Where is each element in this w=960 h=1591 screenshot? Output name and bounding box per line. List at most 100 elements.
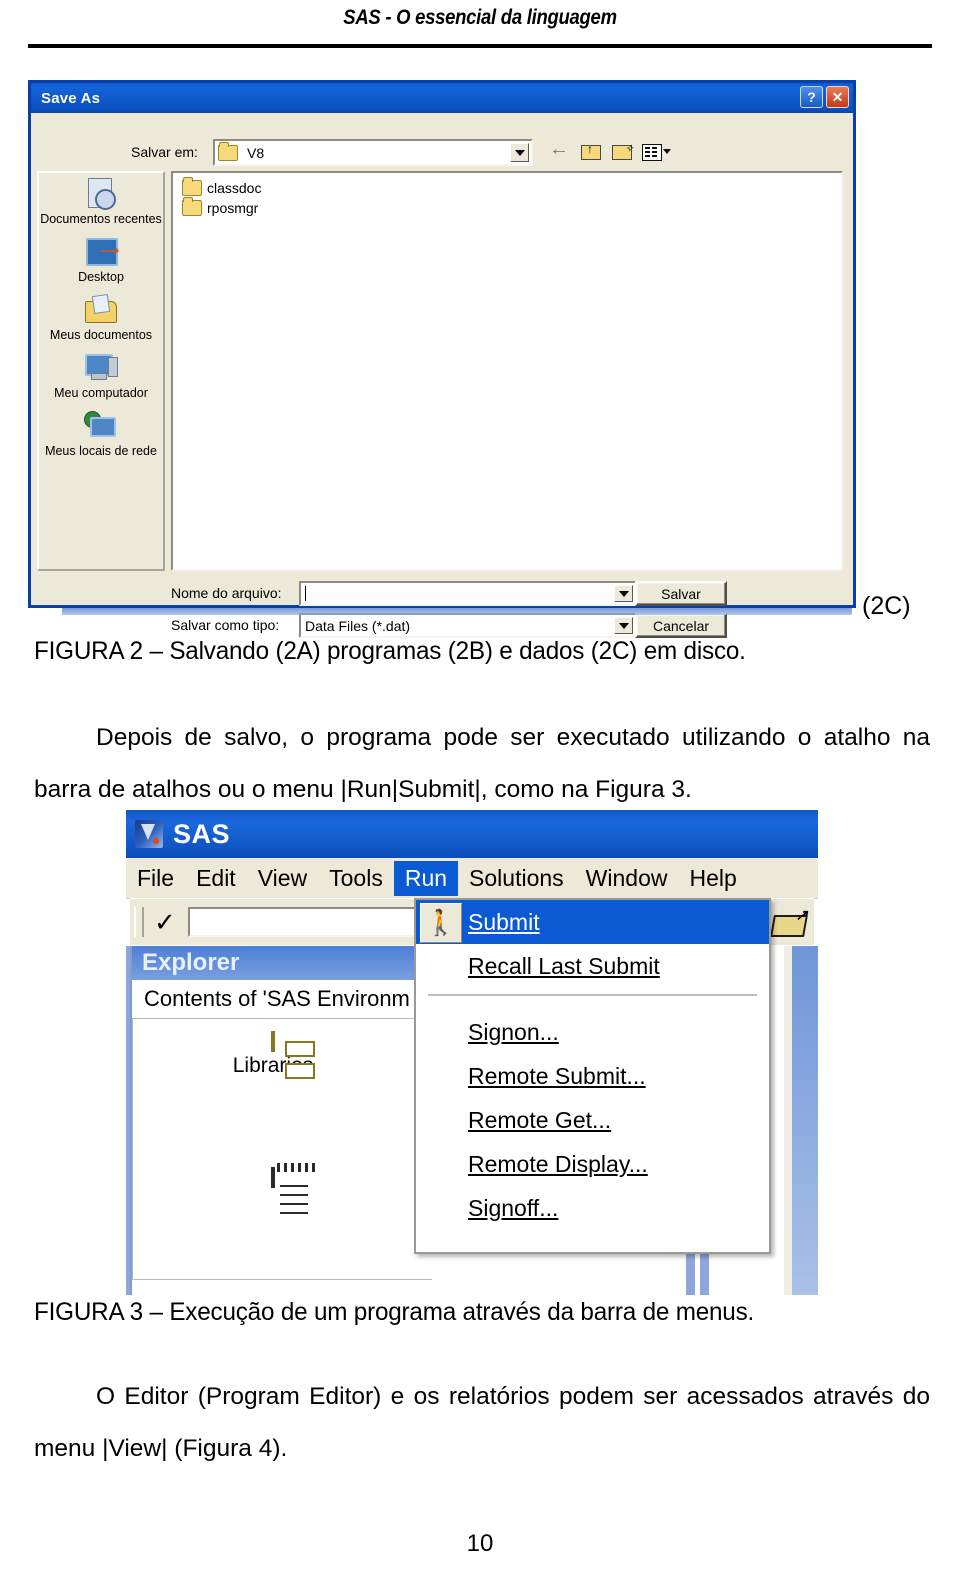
window-right-edge [792,946,818,1295]
help-icon[interactable]: ? [800,86,823,108]
place-label: Meus locais de rede [45,444,157,458]
network-places-icon [82,409,120,443]
close-icon[interactable]: ✕ [826,86,849,108]
places-bar: Documentos recentes ⟶ Desktop Meus docum… [37,171,165,571]
sas-logo-icon [135,820,163,848]
menu-edit[interactable]: Edit [185,861,247,896]
list-item[interactable]: rposmgr [179,197,841,218]
place-desktop[interactable]: ⟶ Desktop [39,235,163,284]
explorer-item-label: Libraries [232,1054,314,1077]
chevron-down-icon[interactable] [614,585,633,602]
list-item[interactable]: classdoc [179,177,841,198]
place-label: Desktop [78,270,124,284]
menu-help[interactable]: Help [678,861,747,896]
dialog-title: Save As [41,89,101,107]
check-icon[interactable]: ✓ [154,907,176,938]
folder-icon [182,197,202,216]
chevron-down-icon[interactable] [510,143,529,162]
new-folder-icon[interactable]: ✧ [611,141,634,161]
menu-item-label: Remote Display... [468,1150,648,1177]
open-folder-icon[interactable]: ↗ [770,906,808,938]
file-name: classdoc [207,180,262,196]
page-header: SAS - O essencial da linguagem [0,0,960,52]
menu-separator [428,994,757,996]
place-my-computer[interactable]: Meu computador [39,351,163,400]
save-button[interactable]: Salvar [635,581,727,606]
place-label: Meus documentos [49,328,153,342]
up-one-level-icon[interactable] [580,141,602,161]
background-window-strip [62,608,852,615]
explorer-item-libraries[interactable]: Libraries [203,1031,343,1078]
place-recent-documents[interactable]: Documentos recentes [39,177,163,226]
file-name-input[interactable] [299,581,637,606]
dialog-title-bar: Save As ? ✕ [31,83,853,113]
cancel-button[interactable]: Cancelar [635,613,727,638]
explorer-title: Explorer [132,946,432,980]
figure-3-caption: FIGURA 3 – Execução de um programa atrav… [34,1298,755,1326]
figure-3-sas-screenshot: SAS File Edit View Tools Run Solutions W… [126,810,818,1295]
my-computer-icon [82,351,120,385]
background-window-bars [686,1254,720,1295]
menu-item-signoff[interactable]: Signoff... [416,1186,769,1230]
run-dropdown-menu: 🚶 Submit Recall Last Submit Signon... Re… [414,898,771,1254]
paragraph-1: Depois de salvo, o programa pode ser exe… [34,712,930,816]
header-divider [28,44,932,48]
menu-item-label: Signon... [468,1018,559,1045]
dialog-body: Salvar em: V8 ✧ Documentos recentes [31,113,853,638]
title-bar-buttons: ? ✕ [800,86,849,108]
menu-item-remote-submit[interactable]: Remote Submit... [416,1054,769,1098]
my-documents-icon [82,293,120,327]
menu-item-signon[interactable]: Signon... [416,1010,769,1054]
menu-item-label: Recall Last Submit [468,952,660,979]
folder-icon [218,141,238,161]
look-in-row: Salvar em: V8 ✧ [131,138,831,167]
views-icon[interactable] [642,141,671,161]
file-type-label: Salvar como tipo: [171,617,280,633]
recent-documents-icon [82,177,120,211]
menu-run[interactable]: Run [393,860,459,896]
file-name-row: Nome do arquivo: [171,581,843,607]
menu-item-label: Remote Get... [468,1106,612,1133]
explorer-pane: Explorer Contents of 'SAS Environm Libra… [130,946,432,1295]
figure-2-caption: FIGURA 2 – Salvando (2A) programas (2B) … [34,637,746,665]
place-my-documents[interactable]: Meus documentos [39,293,163,342]
menu-item-label: Remote Submit... [468,1062,646,1089]
menu-item-remote-display[interactable]: Remote Display... [416,1142,769,1186]
explorer-contents-label: Contents of 'SAS Environm [144,986,410,1011]
look-in-value: V8 [247,144,265,161]
menu-file[interactable]: File [126,861,185,896]
dialog-toolbar: ✧ [549,138,671,161]
desktop-icon: ⟶ [82,235,120,269]
menu-window[interactable]: Window [575,861,679,896]
menu-solutions[interactable]: Solutions [458,861,575,896]
menu-view[interactable]: View [247,861,318,896]
paragraph-2: O Editor (Program Editor) e os relatório… [34,1371,930,1475]
figure-2c-label: (2C) [862,592,911,620]
menu-item-submit[interactable]: 🚶 Submit [416,900,769,944]
runner-icon: 🚶 [420,903,462,943]
figure-2-save-as-screenshot: Save As ? ✕ Salvar em: V8 ✧ [28,80,856,638]
place-label: Documentos recentes [40,212,162,226]
file-type-select[interactable]: Data Files (*.dat) [299,613,637,638]
save-as-dialog: Save As ? ✕ Salvar em: V8 ✧ [28,80,856,638]
toolbar-grip[interactable] [134,907,144,937]
menu-item-recall-last-submit[interactable]: Recall Last Submit [416,944,769,988]
explorer-item-notepad[interactable] [203,1163,343,1190]
place-network[interactable]: Meus locais de rede [39,409,163,458]
place-label: Meu computador [54,386,148,400]
menu-item-remote-get[interactable]: Remote Get... [416,1098,769,1142]
sas-menu-bar: File Edit View Tools Run Solutions Windo… [126,858,818,899]
menu-tools[interactable]: Tools [318,861,394,896]
look-in-label: Salvar em: [131,144,198,160]
chevron-down-icon[interactable] [614,617,633,634]
document-header-title: SAS - O essencial da linguagem [343,6,617,29]
paragraph-1-text: Depois de salvo, o programa pode ser exe… [34,724,930,803]
file-type-row: Salvar como tipo: Data Files (*.dat) [171,613,843,639]
sas-title-bar: SAS [126,810,818,858]
file-list[interactable]: classdoc rposmgr [171,171,843,571]
folder-icon [182,177,202,196]
back-icon[interactable] [549,138,571,161]
file-cabinet-icon [271,1031,275,1052]
sas-window-title: SAS [173,818,231,849]
look-in-combo[interactable]: V8 [213,139,533,166]
